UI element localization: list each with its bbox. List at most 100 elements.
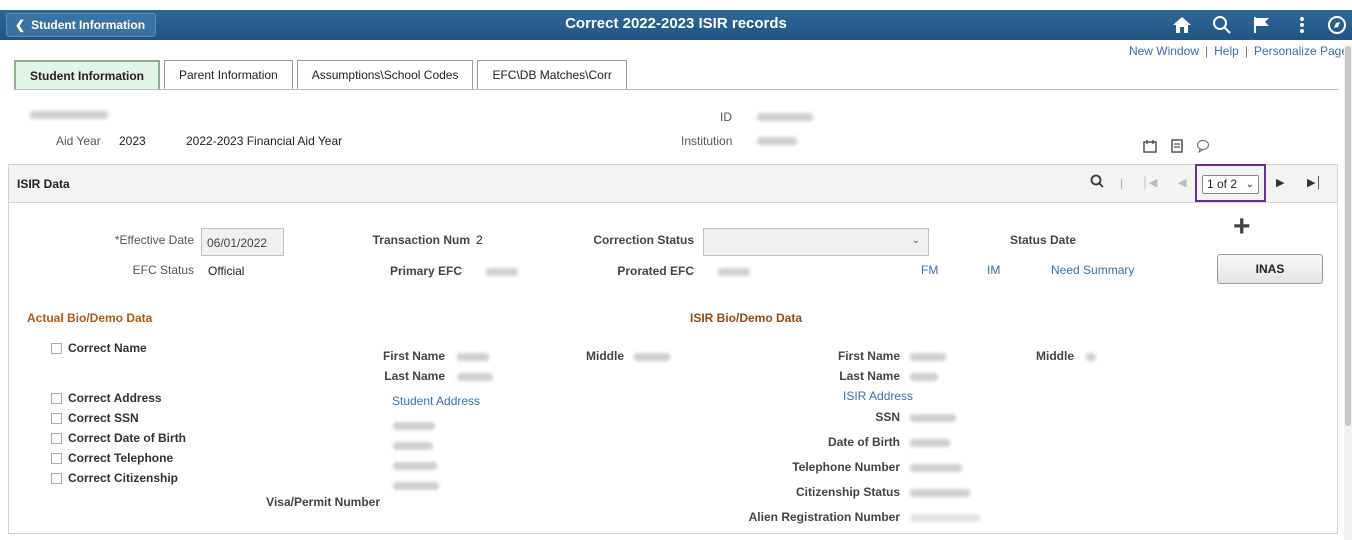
correct-ssn-checkbox[interactable]: Correct SSN [51, 411, 139, 425]
id-label: ID [720, 110, 732, 124]
actual-last-name-label: Last Name [384, 369, 445, 383]
isir-middle-redacted [1086, 353, 1096, 361]
inas-button[interactable]: INAS [1217, 254, 1323, 284]
aid-year-description: 2022-2023 Financial Aid Year [186, 134, 343, 148]
effective-date-label: *Effective Date [114, 233, 194, 247]
prorated-efc-value-redacted [718, 268, 750, 276]
isir-dob-redacted [910, 439, 950, 447]
back-button[interactable]: ❮ Student Information [6, 13, 157, 37]
tab-parent-information[interactable]: Parent Information [164, 60, 293, 89]
chevron-down-icon: ⌄ [1245, 179, 1254, 190]
correct-address-checkbox[interactable]: Correct Address [51, 391, 162, 405]
tab-divider [14, 89, 1338, 90]
navigator-icon[interactable] [1322, 15, 1352, 35]
institution-label: Institution [681, 134, 733, 148]
id-value-redacted [757, 113, 813, 121]
new-window-link[interactable]: New Window [1129, 44, 1199, 58]
checkbox-square [51, 412, 62, 424]
correct-telephone-checkbox[interactable]: Correct Telephone [51, 451, 173, 465]
correct-date-of-birth-checkbox[interactable]: Correct Date of Birth [51, 431, 186, 445]
isir-last-name-redacted [910, 373, 938, 381]
effective-date-value: 06/01/2022 [207, 236, 268, 250]
home-icon[interactable] [1162, 16, 1202, 34]
row-pager-select[interactable]: 1 of 2 ⌄ [1202, 175, 1259, 194]
actual-first-name-label: First Name [382, 349, 445, 363]
tab-assumptions-school-codes[interactable]: Assumptions\School Codes [296, 60, 474, 89]
alien-registration-number-label: Alien Registration Number [748, 510, 900, 524]
search-icon[interactable] [1202, 15, 1242, 35]
page-tabs: Student Information Parent Information A… [14, 60, 627, 89]
correct-name-checkbox[interactable]: Correct Name [51, 341, 147, 355]
actual-dob-redacted [393, 442, 433, 450]
correct-citizenship-checkbox[interactable]: Correct Citizenship [51, 471, 178, 485]
checkbox-square [51, 432, 62, 444]
page-scrollbar[interactable] [1344, 44, 1352, 540]
checkbox-square [51, 392, 62, 404]
flag-icon[interactable] [1242, 15, 1282, 35]
actual-first-name-redacted [457, 353, 489, 361]
transaction-num-value: 2 [476, 233, 483, 247]
efc-status-value: Official [208, 264, 245, 278]
correction-status-label: Correction Status [593, 233, 694, 247]
checkbox-label: Correct Telephone [68, 451, 174, 465]
actual-bio-demo-title: Actual Bio/Demo Data [27, 311, 153, 325]
isir-address-link[interactable]: ISIR Address [843, 389, 913, 403]
correction-status-select[interactable]: ⌄ [703, 228, 929, 256]
last-page-icon[interactable]: ▶│ [1307, 176, 1322, 189]
personalize-page-link[interactable]: Personalize Page [1254, 44, 1348, 58]
isir-dob-label: Date of Birth [828, 435, 900, 449]
add-row-icon[interactable]: + [1233, 212, 1251, 242]
actual-ssn-redacted [393, 422, 435, 430]
aid-year-value: 2023 [119, 134, 146, 148]
row-pager-highlight: 1 of 2 ⌄ [1195, 164, 1266, 202]
isir-first-name-redacted [910, 353, 946, 361]
first-page-icon[interactable]: │◀ [1142, 176, 1157, 189]
checkbox-label: Correct Name [68, 341, 147, 355]
outer-heading-sliver [0, 0, 1352, 10]
effective-date-field[interactable]: 06/01/2022 [201, 228, 284, 256]
tab-student-information[interactable]: Student Information [14, 60, 160, 89]
actual-phone-redacted [393, 462, 437, 470]
help-link[interactable]: Help [1214, 44, 1239, 58]
checkbox-label: Correct Citizenship [68, 471, 179, 485]
need-summary-link[interactable]: Need Summary [1051, 263, 1134, 277]
checkbox-label: Correct Date of Birth [68, 431, 187, 445]
back-button-label: Student Information [31, 18, 146, 32]
actual-last-name-redacted [457, 373, 493, 381]
checkbox-label: Correct SSN [68, 411, 139, 425]
isir-first-name-label: First Name [837, 349, 900, 363]
isir-data-header: ISIR Data [9, 165, 1337, 203]
comment-icon[interactable] [1196, 139, 1210, 156]
aid-year-label: Aid Year [56, 134, 101, 148]
next-page-icon[interactable]: ▶ [1276, 176, 1284, 189]
isir-ssn-redacted [910, 414, 956, 422]
isir-data-title: ISIR Data [17, 177, 70, 191]
fm-link[interactable]: FM [921, 263, 938, 277]
chevron-left-icon: ❮ [15, 18, 26, 32]
im-link[interactable]: IM [987, 263, 1000, 277]
more-icon[interactable] [1282, 15, 1322, 35]
status-date-label: Status Date [1009, 233, 1076, 247]
chevron-down-icon: ⌄ [911, 235, 920, 246]
actual-middle-redacted [634, 353, 670, 361]
isir-ssn-label: SSN [875, 410, 900, 424]
report-icon[interactable] [1170, 139, 1184, 156]
prorated-efc-label: Prorated EFC [617, 264, 694, 278]
top-navigation-bar: ❮ Student Information Correct 2022-2023 … [0, 10, 1352, 40]
header-icons [1162, 10, 1352, 40]
checkbox-label: Correct Address [68, 391, 162, 405]
primary-efc-label: Primary EFC [389, 264, 462, 278]
alien-registration-number-redacted [910, 514, 980, 522]
grid-search-icon[interactable] [1090, 174, 1104, 192]
efc-status-label: EFC Status [132, 263, 194, 277]
tab-efc-db-matches-corr[interactable]: EFC\DB Matches\Corr [477, 60, 627, 89]
scrollbar-thumb[interactable] [1345, 46, 1351, 426]
institution-value-redacted [757, 137, 797, 145]
visa-permit-number-label: Visa/Permit Number [266, 495, 380, 509]
isir-telephone-label: Telephone Number [792, 460, 900, 474]
previous-page-icon[interactable]: ◀ [1178, 176, 1186, 189]
isir-last-name-label: Last Name [839, 369, 900, 383]
page-title: Correct 2022-2023 ISIR records [565, 15, 787, 32]
student-address-link[interactable]: Student Address [392, 394, 480, 408]
notes-icon[interactable] [1143, 139, 1157, 156]
